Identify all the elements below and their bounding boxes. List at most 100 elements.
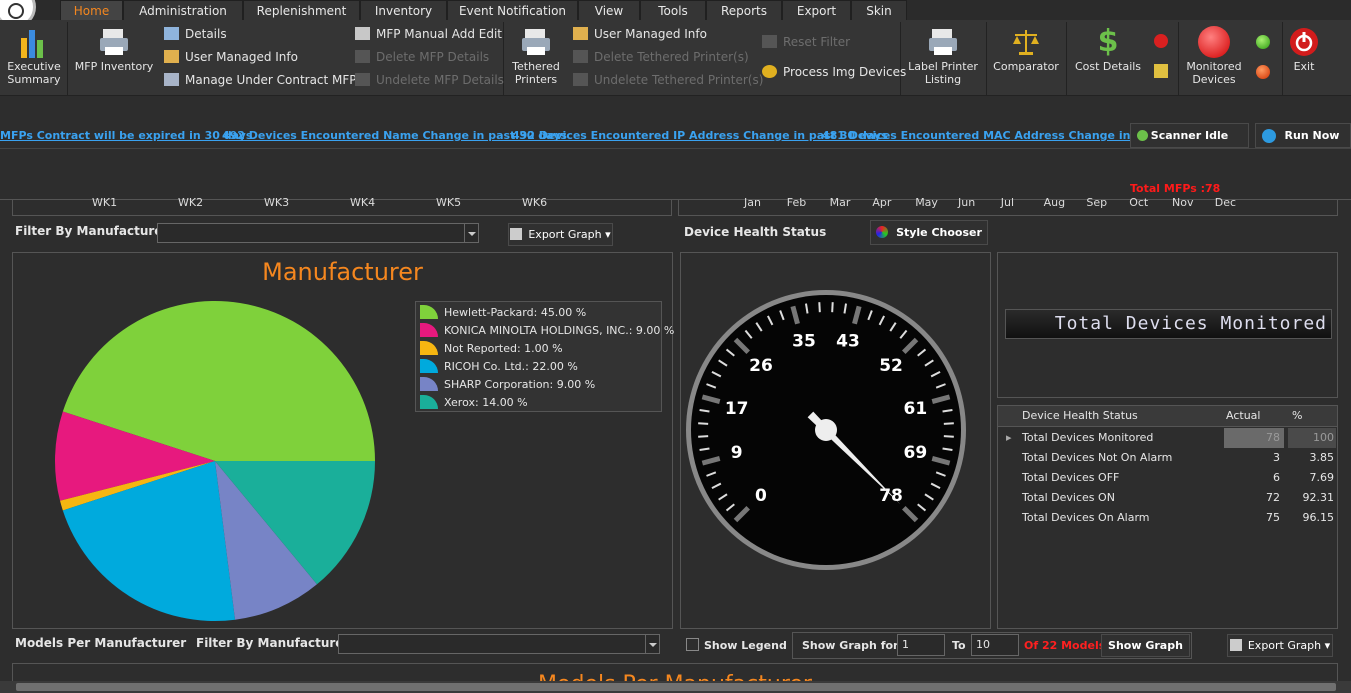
table-row[interactable]: ▸ Total Devices Monitored 78 100 bbox=[998, 428, 1338, 448]
comparator-button[interactable]: Comparator bbox=[990, 26, 1062, 73]
show-graph-for-label: Show Graph for bbox=[802, 639, 899, 652]
undelete-mfp-details-button[interactable]: Undelete MFP Details bbox=[355, 70, 504, 90]
show-legend-label: Show Legend bbox=[704, 639, 787, 652]
legend-swatch bbox=[420, 323, 438, 337]
legend-item: Xerox: 14.00 % bbox=[420, 394, 528, 412]
cell-percent: 96.15 bbox=[1302, 511, 1335, 524]
gauge-tick-label: 9 bbox=[731, 443, 743, 463]
tab-reports[interactable]: Reports bbox=[706, 0, 782, 20]
tab-administration[interactable]: Administration bbox=[123, 0, 243, 20]
table-row[interactable]: Total Devices On Alarm 75 96.15 bbox=[998, 508, 1338, 528]
printer-icon bbox=[98, 26, 130, 58]
scanner-status-button[interactable]: Scanner Idle bbox=[1130, 123, 1249, 148]
show-graph-button[interactable]: Show Graph bbox=[1101, 634, 1190, 657]
gauge-tick-label: 69 bbox=[903, 443, 927, 463]
tab-tools[interactable]: Tools bbox=[640, 0, 706, 20]
palette-icon bbox=[876, 226, 889, 238]
gauge-tick-label: 26 bbox=[749, 356, 773, 376]
app-logo-icon bbox=[8, 3, 24, 19]
cost-details-button[interactable]: $ Cost Details bbox=[1071, 24, 1145, 74]
user-managed-info-button[interactable]: User Managed Info bbox=[164, 47, 298, 67]
ribbon-tabs: Home Administration Replenishment Invent… bbox=[0, 0, 1351, 28]
to-label: To bbox=[952, 639, 966, 652]
green-status-icon[interactable] bbox=[1256, 35, 1270, 49]
exit-button[interactable]: Exit bbox=[1286, 26, 1322, 73]
tab-view[interactable]: View bbox=[578, 0, 640, 20]
bottom-chart-title: Models Per Manufacturer bbox=[13, 668, 1337, 681]
ticker-contract-link[interactable]: MFPs Contract will be expired in 30 days bbox=[0, 129, 252, 142]
to-input[interactable]: 10 bbox=[971, 634, 1019, 656]
cell-actual: 75 bbox=[1266, 511, 1280, 524]
table-row[interactable]: Total Devices ON 72 92.31 bbox=[998, 488, 1338, 508]
gauge-tick bbox=[698, 422, 709, 425]
filter-by-manufacturer-label: Filter By Manufacturer bbox=[15, 224, 169, 238]
legend-swatch bbox=[420, 341, 438, 355]
cost-report-icon[interactable] bbox=[1154, 64, 1168, 78]
cell-status: Total Devices Not On Alarm bbox=[1022, 451, 1173, 464]
chevron-down-icon bbox=[464, 224, 478, 242]
monitored-devices-button[interactable]: Monitored Devices bbox=[1182, 26, 1246, 86]
show-legend-checkbox[interactable] bbox=[686, 638, 699, 651]
scroll-thumb[interactable] bbox=[16, 683, 1336, 691]
tab-export[interactable]: Export bbox=[782, 0, 851, 20]
cell-status: Total Devices Monitored bbox=[1022, 431, 1154, 444]
style-chooser-button[interactable]: Style Chooser bbox=[870, 220, 988, 245]
legend-item: Not Reported: 1.00 % bbox=[420, 340, 563, 358]
delete-icon bbox=[573, 50, 588, 63]
tab-skin[interactable]: Skin bbox=[851, 0, 907, 20]
table-row[interactable]: Total Devices Not On Alarm 3 3.85 bbox=[998, 448, 1338, 468]
undelete-icon bbox=[573, 73, 588, 86]
gauge-tick bbox=[698, 435, 709, 438]
run-now-button[interactable]: Run Now bbox=[1255, 123, 1351, 148]
process-img-devices-button[interactable]: Process Img Devices bbox=[762, 62, 906, 82]
table-row[interactable]: Total Devices OFF 6 7.69 bbox=[998, 468, 1338, 488]
from-input[interactable]: 1 bbox=[897, 634, 945, 656]
user-managed-info-tethered-button[interactable]: User Managed Info bbox=[573, 24, 707, 44]
manage-under-contract-button[interactable]: Manage Under Contract MFPs bbox=[164, 70, 363, 90]
legend-label: RICOH Co. Ltd.: 22.00 % bbox=[444, 360, 578, 373]
tab-home[interactable]: Home bbox=[60, 0, 123, 20]
monthly-chart-frame bbox=[678, 200, 1338, 216]
export-graph-button-2[interactable]: Export Graph ▾ bbox=[1227, 634, 1333, 657]
delete-tethered-button[interactable]: Delete Tethered Printer(s) bbox=[573, 47, 749, 67]
gauge-tick-label: 61 bbox=[903, 399, 927, 419]
cell-percent: 100 bbox=[1288, 428, 1336, 448]
cell-actual: 72 bbox=[1266, 491, 1280, 504]
undelete-tethered-button[interactable]: Undelete Tethered Printer(s) bbox=[573, 70, 763, 90]
legend-item: Hewlett-Packard: 45.00 % bbox=[420, 304, 586, 322]
executive-summary-button[interactable]: Executive Summary bbox=[4, 26, 64, 86]
pie-title: Manufacturer bbox=[262, 258, 423, 286]
chevron-down-icon bbox=[645, 635, 659, 653]
dollar-icon: $ bbox=[1097, 24, 1119, 59]
mfp-manual-add-edit-button[interactable]: MFP Manual Add Edit bbox=[355, 24, 502, 44]
cost-alert-icon[interactable] bbox=[1154, 34, 1168, 48]
undelete-icon bbox=[355, 73, 370, 86]
bottom-chart-panel: Models Per Manufacturer bbox=[12, 663, 1338, 681]
tab-inventory[interactable]: Inventory bbox=[360, 0, 447, 20]
gauge-tick-label: 78 bbox=[879, 486, 903, 506]
gauge-tick bbox=[831, 302, 834, 313]
label-printer-listing-button[interactable]: Label Printer Listing bbox=[904, 26, 982, 86]
delete-icon bbox=[355, 50, 370, 63]
tethered-printers-button[interactable]: Tethered Printers bbox=[507, 26, 565, 86]
mfp-inventory-button[interactable]: MFP Inventory bbox=[72, 26, 156, 73]
filter-by-manufacturer-label-2: Filter By Manufacturer bbox=[196, 636, 350, 650]
cell-percent: 7.69 bbox=[1309, 471, 1335, 484]
tab-replenishment[interactable]: Replenishment bbox=[243, 0, 360, 20]
manufacturer-filter-select[interactable] bbox=[157, 223, 479, 243]
horizontal-scrollbar[interactable] bbox=[0, 681, 1351, 693]
gear-icon bbox=[762, 65, 777, 78]
details-button[interactable]: Details bbox=[164, 24, 227, 44]
manufacturer-filter-select-2[interactable] bbox=[338, 634, 660, 654]
tab-event-notification[interactable]: Event Notification bbox=[447, 0, 578, 20]
undo-icon bbox=[762, 35, 777, 48]
edit-form-icon bbox=[573, 27, 588, 40]
legend-swatch bbox=[420, 359, 438, 373]
delete-mfp-details-button[interactable]: Delete MFP Details bbox=[355, 47, 489, 67]
total-devices-monitored-banner: Total Devices Monitored bbox=[1005, 309, 1332, 339]
cell-status: Total Devices On Alarm bbox=[1022, 511, 1150, 524]
red-status-icon[interactable] bbox=[1256, 65, 1270, 79]
device-health-gauge: 0 9 17 26 35 43 52 61 69 78 bbox=[686, 290, 966, 570]
reset-filter-button[interactable]: Reset Filter bbox=[762, 32, 850, 52]
export-graph-button[interactable]: Export Graph ▾ bbox=[508, 223, 613, 246]
